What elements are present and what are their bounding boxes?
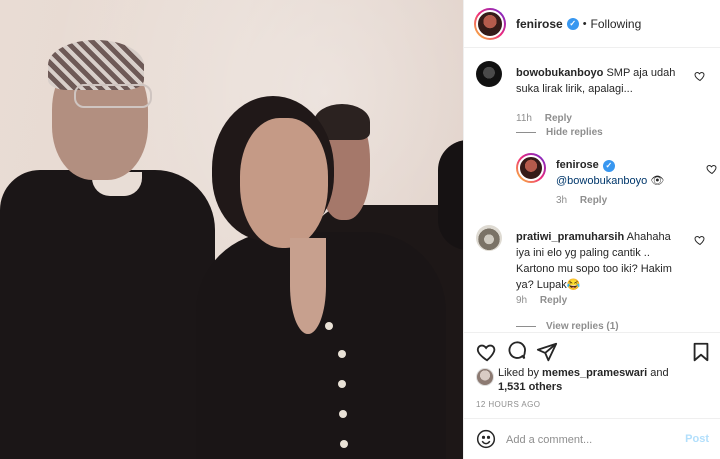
commenter-username[interactable]: bowobukanboyo — [516, 67, 603, 79]
likes-summary: Liked by memes_prameswari and 1,531 othe… — [476, 366, 716, 396]
reply-button[interactable]: Reply — [545, 113, 572, 124]
reply-text: fenirose ✓ @bowobukanboyo 👁 — [556, 157, 676, 189]
comment-item: bowobukanboyo SMP aja udah suka lirak li… — [476, 61, 716, 124]
likes-and: and — [650, 367, 669, 379]
post-header: fenirose ✓ • Following — [464, 0, 720, 48]
reply-time: 3h — [556, 195, 568, 206]
author-username[interactable]: fenirose — [516, 17, 563, 31]
post-photo[interactable] — [0, 0, 463, 459]
likes-text: Liked by memes_prameswari and 1,531 othe… — [498, 366, 669, 394]
commenter-avatar[interactable] — [476, 61, 502, 87]
reply-author-avatar[interactable] — [516, 153, 546, 183]
photo-figure-edge — [438, 140, 463, 250]
reply-button[interactable]: Reply — [580, 195, 607, 206]
header-separator: • — [582, 17, 587, 30]
photo-kebaya-button — [339, 410, 347, 418]
post-sidebar: fenirose ✓ • Following bowobukanboyo SMP… — [463, 0, 720, 459]
post-timestamp[interactable]: 12 HOURS AGO — [476, 400, 540, 409]
photo-kebaya-button — [338, 350, 346, 358]
comment-meta: 11h Reply — [516, 113, 582, 124]
photo-figure-center-neck — [290, 238, 326, 334]
commenter-avatar[interactable] — [476, 225, 502, 251]
commenter-username[interactable]: pratiwi_pramuharsih — [516, 231, 624, 243]
emoji-icon[interactable] — [476, 429, 496, 449]
likes-count[interactable]: 1,531 others — [498, 381, 562, 393]
heart-icon[interactable] — [476, 341, 498, 363]
photo-figure-left-body — [0, 170, 215, 459]
comment-text: pratiwi_pramuharsih Ahahaha iya ini elo … — [516, 229, 686, 293]
share-icon[interactable] — [536, 341, 558, 363]
comment-time: 9h — [516, 295, 528, 306]
author-avatar[interactable] — [474, 7, 506, 40]
reply-button[interactable]: Reply — [540, 295, 567, 306]
reply-username[interactable]: fenirose — [556, 159, 599, 171]
hide-replies-toggle[interactable]: Hide replies — [516, 127, 603, 138]
photo-figure-left-headwrap — [48, 40, 144, 90]
comment-time: 11h — [516, 113, 532, 124]
likes-prefix: Liked by — [498, 367, 539, 379]
post-viewer: fenirose ✓ • Following bowobukanboyo SMP… — [0, 0, 720, 459]
photo-figure-center-face — [240, 118, 328, 248]
view-replies-label: View replies (1) — [546, 321, 619, 331]
comment-like-icon[interactable] — [694, 234, 706, 246]
comments-list[interactable]: bowobukanboyo SMP aja udah suka lirak li… — [464, 49, 720, 331]
hide-replies-label: Hide replies — [546, 127, 603, 138]
reply-item: fenirose ✓ @bowobukanboyo 👁 3h Reply — [516, 153, 718, 213]
post-comment-button[interactable]: Post — [685, 433, 709, 445]
replies-divider — [516, 132, 536, 133]
photo-kebaya-button — [338, 380, 346, 388]
replies-divider — [516, 326, 536, 327]
view-replies-toggle[interactable]: View replies (1) — [516, 321, 619, 331]
reply-meta: 3h Reply — [556, 195, 617, 206]
liker-avatar[interactable] — [476, 368, 494, 386]
reply-like-icon[interactable] — [706, 163, 718, 175]
bookmark-icon[interactable] — [690, 341, 712, 363]
photo-kebaya-button — [325, 322, 333, 330]
add-comment-input[interactable] — [506, 431, 676, 449]
photo-kebaya-button — [340, 440, 348, 448]
add-comment-bar: Post — [464, 418, 720, 459]
comment-text: bowobukanboyo SMP aja udah suka lirak li… — [516, 65, 686, 97]
photo-figure-left-glasses — [74, 84, 152, 108]
reply-mention[interactable]: @bowobukanboyo — [556, 175, 647, 187]
verified-icon: ✓ — [602, 160, 615, 172]
comment-item: pratiwi_pramuharsih Ahahaha iya ini elo … — [476, 225, 716, 306]
comment-icon[interactable] — [506, 341, 528, 363]
eye-emoji: 👁 — [650, 175, 665, 187]
comment-like-icon[interactable] — [694, 70, 706, 82]
follow-button[interactable]: Following — [591, 17, 642, 31]
comment-meta: 9h Reply — [516, 295, 577, 306]
verified-icon: ✓ — [566, 17, 579, 30]
liker-username[interactable]: memes_prameswari — [542, 367, 647, 379]
